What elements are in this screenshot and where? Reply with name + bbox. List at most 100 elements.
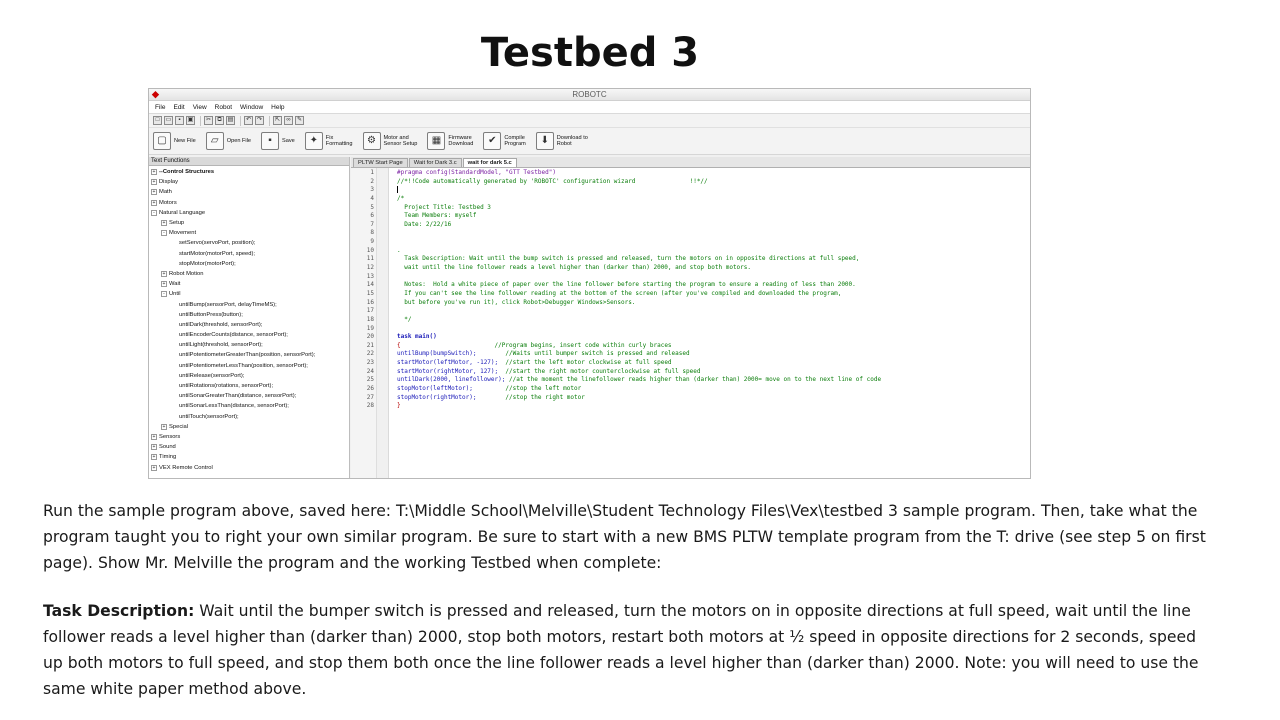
expand-icon[interactable]: + xyxy=(151,199,157,206)
tree-item[interactable]: + Motors xyxy=(149,198,349,208)
tree-item[interactable]: + Wait xyxy=(149,279,349,289)
tree-item[interactable]: untilEncoderCounts(distance, sensorPort)… xyxy=(149,330,349,340)
main-toolbar: ▢ New File ▱ Open File ▪ Save ✦ Fix Form… xyxy=(149,128,1030,155)
code-comment: //Program begins, insert code within cur… xyxy=(400,341,672,349)
expand-icon[interactable]: + xyxy=(161,270,167,277)
tree-item-label: Special xyxy=(169,423,189,430)
expand-icon[interactable]: + xyxy=(151,189,157,196)
code-text: Project Title: Testbed 3 xyxy=(397,203,491,211)
tab-wait-for-dark-3[interactable]: Wait for Dark 3.c xyxy=(408,158,462,167)
tab-wait-for-dark-5[interactable]: wait for dark 5.c xyxy=(462,158,517,167)
motor-sensor-setup-button[interactable]: ⚙ Motor and Sensor Setup xyxy=(362,132,418,150)
download-to-robot-button[interactable]: ⬇ Download to Robot xyxy=(535,132,588,150)
tree-item[interactable]: untilLight(threshold, sensorPort); xyxy=(149,340,349,350)
line-number: 11 xyxy=(366,255,374,263)
expand-icon[interactable]: + xyxy=(161,281,167,288)
tree-item-label: Setup xyxy=(169,220,185,227)
new-small-icon[interactable]: □ xyxy=(153,116,162,125)
tree-item-label: Math xyxy=(159,189,172,196)
expand-icon[interactable]: + xyxy=(151,169,157,176)
code-text: startMotor(rightMotor, 127); //start the… xyxy=(397,368,700,377)
tree-item-label: Wait xyxy=(169,281,181,288)
tree-item[interactable]: + --Control Structures xyxy=(149,167,349,177)
tree-item[interactable]: startMotor(motorPort, speed); xyxy=(149,249,349,259)
tree-item[interactable]: + Robot Motion xyxy=(149,269,349,279)
menu-file[interactable]: File xyxy=(155,104,165,111)
fix-formatting-button[interactable]: ✦ Fix Formatting xyxy=(304,132,353,150)
tree-item[interactable]: - Until xyxy=(149,289,349,299)
compile-program-button[interactable]: ✔ Compile Program xyxy=(483,132,526,150)
firmware-download-button[interactable]: ▦ Firmware Download xyxy=(427,132,473,150)
code-comment: //start the right motor counterclockwise… xyxy=(498,367,701,375)
tree-item[interactable]: - Natural Language xyxy=(149,208,349,218)
binoculars-icon[interactable]: ∞ xyxy=(284,116,293,125)
tree-item[interactable]: + Display xyxy=(149,177,349,187)
tree-item[interactable]: + Math xyxy=(149,187,349,197)
collapse-icon[interactable]: - xyxy=(161,230,167,237)
tree-item[interactable]: untilRotations(rotations, sensorPort); xyxy=(149,381,349,391)
toolbar-separator xyxy=(269,115,270,126)
expand-icon[interactable]: + xyxy=(151,433,157,440)
tree-item[interactable]: untilDark(threshold, sensorPort); xyxy=(149,320,349,330)
code-line: 24 startMotor(rightMotor, 127); //start t… xyxy=(351,368,1030,377)
expand-icon[interactable]: + xyxy=(161,423,167,430)
code-editor[interactable]: 1 #pragma config(StandardModel, "GTT Test… xyxy=(351,168,1030,478)
code-line: 21 { //Program begins, insert code within… xyxy=(351,342,1030,351)
tree-item[interactable]: + Sound xyxy=(149,442,349,452)
tree-item[interactable]: - Movement xyxy=(149,228,349,238)
code-line: 26 stopMotor(leftMotor); //stop the left … xyxy=(351,385,1030,394)
tree-item[interactable]: + Timing xyxy=(149,452,349,462)
line-number: 15 xyxy=(366,289,374,297)
tab-pltw-start-page[interactable]: PLTW Start Page xyxy=(353,158,408,167)
cut-icon[interactable]: ✂ xyxy=(204,116,213,125)
text-cursor xyxy=(397,186,398,194)
tree-item[interactable]: + VEX Remote Control xyxy=(149,462,349,472)
tree-item[interactable]: untilTouch(sensorPort); xyxy=(149,412,349,422)
menu-robot[interactable]: Robot xyxy=(215,104,232,111)
tree-item-label: Motors xyxy=(159,199,177,206)
save-small-icon[interactable]: ▪ xyxy=(175,116,184,125)
tree-item[interactable]: stopMotor(motorPort); xyxy=(149,259,349,269)
open-small-icon[interactable]: ▭ xyxy=(164,116,173,125)
tree-item-label: untilBump(sensorPort, delayTimeMS); xyxy=(179,301,277,308)
expand-icon[interactable]: + xyxy=(151,179,157,186)
tree-item[interactable]: untilPotentiometerGreaterThan(position, … xyxy=(149,350,349,360)
expand-icon[interactable]: + xyxy=(151,464,157,471)
tree-item[interactable]: untilBump(sensorPort, delayTimeMS); xyxy=(149,299,349,309)
open-file-button[interactable]: ▱ Open File xyxy=(205,132,251,150)
tree-item[interactable]: untilSonarGreaterThan(distance, sensorPo… xyxy=(149,391,349,401)
code-text: but before you've run it), click Robot>D… xyxy=(397,298,636,306)
tree-item[interactable]: untilButtonPress(button); xyxy=(149,310,349,320)
tree-item[interactable]: untilRelease(sensorPort); xyxy=(149,371,349,381)
code-text: { //Program begins, insert code within c… xyxy=(397,342,672,351)
collapse-icon[interactable]: - xyxy=(161,291,167,298)
tree-item-label: Sensors xyxy=(159,433,181,440)
line-number: 12 xyxy=(366,264,374,272)
save-all-small-icon[interactable]: ▣ xyxy=(186,116,195,125)
collapse-icon[interactable]: - xyxy=(151,209,157,216)
tree-item[interactable]: + Special xyxy=(149,422,349,432)
save-button[interactable]: ▪ Save xyxy=(261,132,295,150)
tree-item[interactable]: setServo(servoPort, position); xyxy=(149,238,349,248)
menu-view[interactable]: View xyxy=(193,104,207,111)
menu-help[interactable]: Help xyxy=(271,104,284,111)
expand-icon[interactable]: + xyxy=(151,444,157,451)
tree-item[interactable]: untilPotentiometerLessThan(position, sen… xyxy=(149,361,349,371)
tree-item[interactable]: + Sensors xyxy=(149,432,349,442)
expand-icon[interactable]: + xyxy=(151,454,157,461)
code-text: task main() xyxy=(397,333,437,341)
menu-window[interactable]: Window xyxy=(240,104,263,111)
motor-sensor-label: Motor and Sensor Setup xyxy=(383,134,418,148)
code-line: 27 stopMotor(rightMotor); //stop the righ… xyxy=(351,394,1030,403)
copy-icon[interactable]: ⧉ xyxy=(215,116,224,125)
menu-edit[interactable]: Edit xyxy=(173,104,184,111)
navigate-icon[interactable]: ⇱ xyxy=(273,116,282,125)
paste-icon[interactable]: ▤ xyxy=(226,116,235,125)
bookmark-icon[interactable]: ✎ xyxy=(295,116,304,125)
tree-item[interactable]: + Setup xyxy=(149,218,349,228)
tree-item[interactable]: untilSonarLessThan(distance, sensorPort)… xyxy=(149,401,349,411)
undo-icon[interactable]: ↶ xyxy=(244,116,253,125)
redo-icon[interactable]: ↷ xyxy=(255,116,264,125)
new-file-button[interactable]: ▢ New File xyxy=(153,132,196,150)
expand-icon[interactable]: + xyxy=(161,220,167,227)
